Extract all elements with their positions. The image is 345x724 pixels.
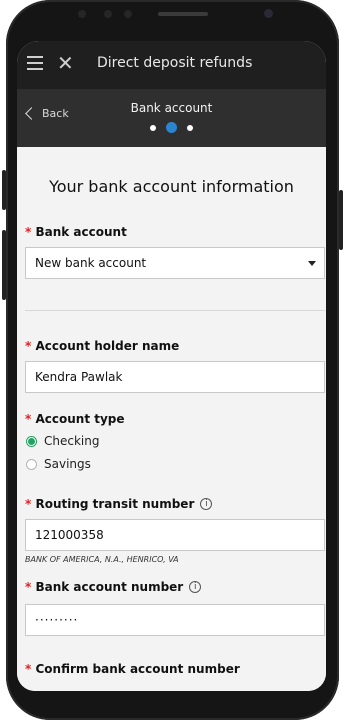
required-marker: * <box>25 580 32 594</box>
required-marker: * <box>25 412 32 426</box>
power-button <box>339 190 343 250</box>
bank-account-select-value: New bank account <box>35 256 147 270</box>
sensor-dot <box>104 10 112 18</box>
bank-account-select[interactable]: New bank account <box>25 247 325 279</box>
step-indicator <box>17 122 326 133</box>
account-number-label: * Bank account number i <box>25 580 202 594</box>
step-dot-active <box>166 122 177 133</box>
sensor-dot <box>124 10 132 18</box>
sensor-dot <box>78 10 86 18</box>
radio-savings[interactable]: Savings <box>26 457 91 471</box>
step-title: Bank account <box>130 101 213 115</box>
radio-checking[interactable]: Checking <box>26 434 99 448</box>
close-icon[interactable]: ✕ <box>57 53 75 73</box>
app-title: Direct deposit refunds <box>97 55 253 71</box>
screen: ✕ Direct deposit refunds Back Bank accou… <box>17 41 326 691</box>
required-marker: * <box>25 225 32 239</box>
info-icon[interactable]: i <box>189 581 202 593</box>
account-type-label: * Account type <box>25 412 125 426</box>
caret-down-icon <box>308 261 316 266</box>
radio-checked-icon <box>26 435 37 447</box>
front-camera <box>264 9 273 18</box>
required-marker: * <box>25 497 32 511</box>
routing-input[interactable]: 121000358 <box>25 519 325 551</box>
routing-label: * Routing transit number i <box>25 497 213 511</box>
bank-name-hint: BANK OF AMERICA, N.A., HENRICO, VA <box>25 555 179 564</box>
step-dot <box>150 124 156 131</box>
step-header: Back Bank account <box>17 89 326 147</box>
required-marker: * <box>25 339 32 353</box>
account-number-input[interactable]: ········· <box>25 604 325 636</box>
holder-name-label: * Account holder name <box>25 339 180 353</box>
account-number-masked-value: ········· <box>35 613 79 627</box>
speaker-grille <box>158 12 208 16</box>
holder-name-value: Kendra Pawlak <box>35 370 123 384</box>
radio-unchecked-icon <box>26 458 37 470</box>
phone-device: ✕ Direct deposit refunds Back Bank accou… <box>0 0 345 724</box>
app-topbar: ✕ Direct deposit refunds <box>17 41 326 89</box>
form-content: Your bank account information * Bank acc… <box>17 147 326 691</box>
section-title: Your bank account information <box>49 177 294 196</box>
hamburger-menu-icon[interactable] <box>27 56 43 70</box>
info-icon[interactable]: i <box>200 498 213 510</box>
confirm-account-number-label: * Confirm bank account number <box>25 662 240 676</box>
section-divider <box>25 310 325 311</box>
holder-name-input[interactable]: Kendra Pawlak <box>25 361 325 393</box>
routing-value: 121000358 <box>35 528 104 542</box>
step-dot <box>187 124 193 131</box>
bank-account-label: * Bank account <box>25 225 127 239</box>
required-marker: * <box>25 662 32 676</box>
